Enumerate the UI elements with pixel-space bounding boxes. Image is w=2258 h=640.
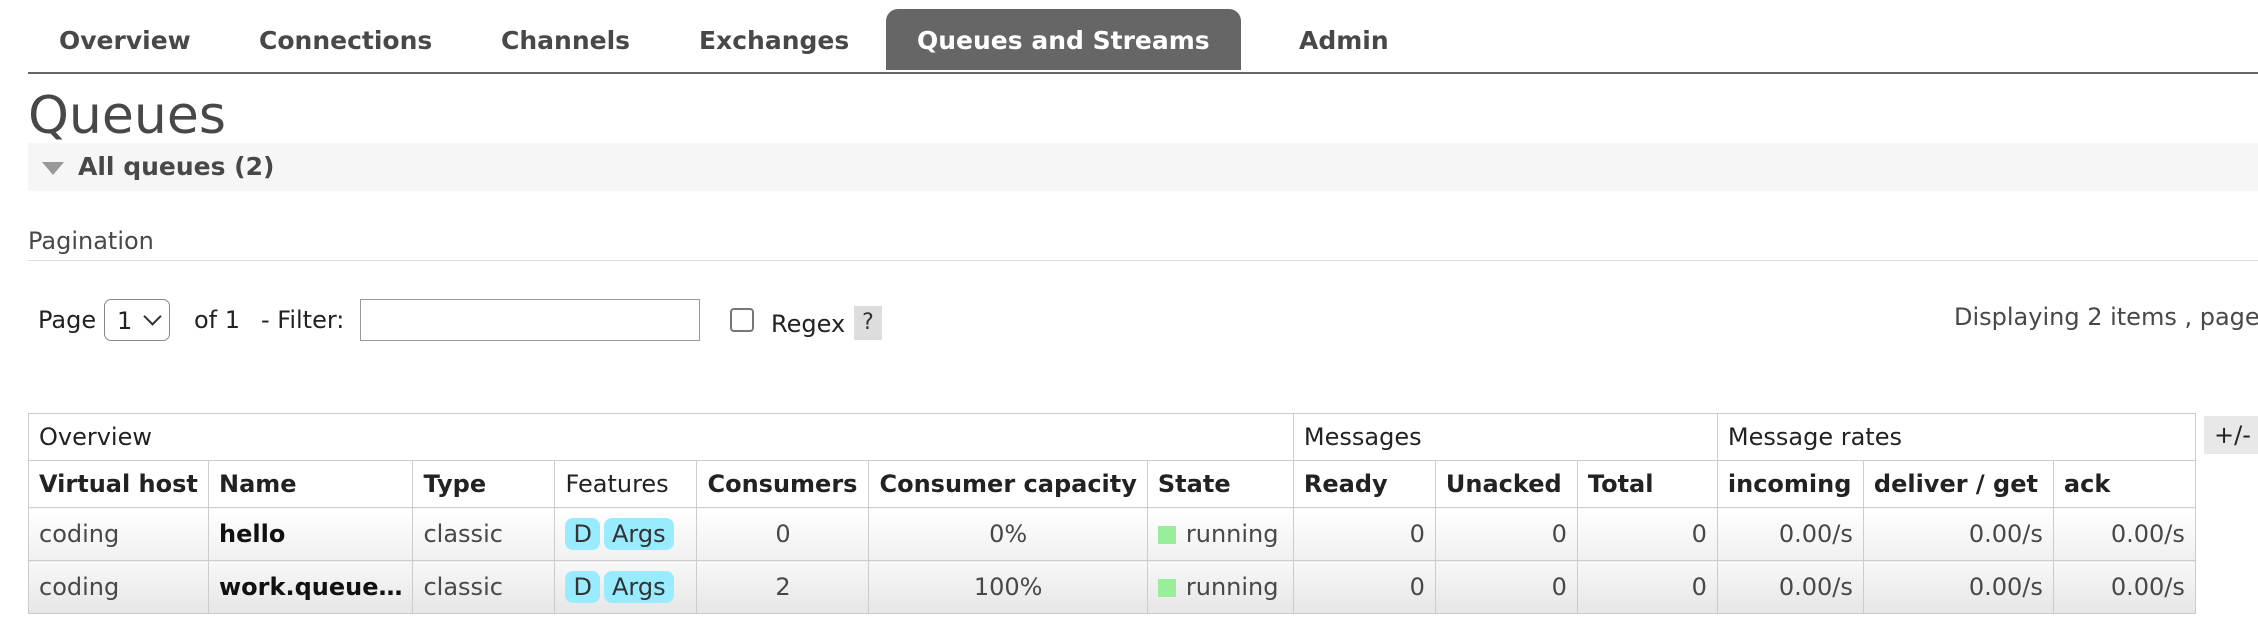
cell-total: 0 — [1576, 507, 1718, 561]
table-group-header-row: Overview Messages Message rates — [28, 413, 2196, 461]
durable-badge: D — [565, 571, 600, 603]
cell-ack: 0.00/s — [2052, 507, 2196, 561]
cell-type: classic — [412, 507, 556, 561]
col-deliver-get[interactable]: deliver / get — [1862, 460, 2054, 508]
tab-queues-and-streams[interactable]: Queues and Streams — [886, 9, 1241, 70]
table-column-header-row: Virtual host Name Type Features Consumer… — [28, 460, 2196, 508]
col-type[interactable]: Type — [412, 460, 556, 508]
col-state[interactable]: State — [1146, 460, 1294, 508]
cell-vhost: coding — [28, 507, 209, 561]
state-label: running — [1185, 573, 1279, 601]
durable-badge: D — [565, 518, 600, 550]
tab-channels[interactable]: Channels — [470, 9, 661, 70]
col-ack[interactable]: ack — [2052, 460, 2196, 508]
cell-ack: 0.00/s — [2052, 560, 2196, 614]
state-indicator-icon — [1157, 526, 1176, 544]
col-name[interactable]: Name — [207, 460, 414, 508]
col-consumers[interactable]: Consumers — [696, 460, 870, 508]
tab-admin[interactable]: Admin — [1268, 9, 1420, 70]
state-indicator-icon — [1157, 579, 1176, 597]
cell-features: D Args — [554, 507, 698, 561]
queue-name-link[interactable]: work.queue… — [207, 560, 414, 614]
col-total[interactable]: Total — [1576, 460, 1718, 508]
cell-capacity: 100% — [868, 560, 1148, 614]
cell-state: running — [1146, 560, 1294, 614]
cell-incoming: 0.00/s — [1716, 560, 1864, 614]
cell-consumers: 0 — [696, 507, 870, 561]
cell-ready: 0 — [1292, 507, 1436, 561]
cell-total: 0 — [1576, 560, 1718, 614]
chevron-down-icon — [143, 307, 162, 326]
all-queues-section-toggle[interactable]: All queues (2) — [28, 143, 2258, 191]
page-select-value: 1 — [117, 307, 133, 335]
args-badge[interactable]: Args — [603, 518, 674, 550]
col-virtual-host[interactable]: Virtual host — [28, 460, 209, 508]
col-features[interactable]: Features — [554, 460, 698, 508]
cell-ready: 0 — [1292, 560, 1436, 614]
cell-deliver-get: 0.00/s — [1862, 560, 2054, 614]
col-ready[interactable]: Ready — [1292, 460, 1436, 508]
page-of-label: of 1 — [194, 306, 241, 334]
cell-unacked: 0 — [1434, 507, 1578, 561]
cell-consumers: 2 — [696, 560, 870, 614]
cell-unacked: 0 — [1434, 560, 1578, 614]
pagination-controls: Page 1 of 1 - Filter: Regex ? Displaying… — [38, 296, 2258, 344]
page-select[interactable]: 1 — [104, 299, 170, 341]
page-label: Page — [38, 306, 97, 334]
regex-checkbox[interactable] — [730, 308, 754, 332]
cell-capacity: 0% — [868, 507, 1148, 561]
state-label: running — [1185, 520, 1279, 548]
cell-vhost: coding — [28, 560, 209, 614]
columns-toggle-button[interactable]: +/- — [2204, 416, 2258, 454]
cell-type: classic — [412, 560, 556, 614]
filter-label: - Filter: — [261, 306, 345, 334]
cell-incoming: 0.00/s — [1716, 507, 1864, 561]
args-badge[interactable]: Args — [603, 571, 674, 603]
col-consumer-capacity[interactable]: Consumer capacity — [868, 460, 1148, 508]
table-row[interactable]: coding work.queue… classic D Args 2 100% … — [28, 560, 2196, 614]
regex-label: Regex — [771, 310, 846, 338]
group-overview: Overview — [28, 413, 1294, 461]
col-unacked[interactable]: Unacked — [1434, 460, 1578, 508]
section-label: All queues (2) — [78, 152, 275, 181]
queues-table: Overview Messages Message rates Virtual … — [28, 413, 2196, 614]
page-title: Queues — [28, 86, 226, 146]
main-nav: Overview Connections Channels Exchanges … — [28, 0, 2258, 74]
regex-help-button[interactable]: ? — [854, 306, 882, 340]
table-row[interactable]: coding hello classic D Args 0 0% running … — [28, 507, 2196, 561]
display-summary: Displaying 2 items , page — [1954, 303, 2258, 331]
queue-name-link[interactable]: hello — [207, 507, 414, 561]
collapse-triangle-icon — [42, 162, 64, 175]
tab-overview[interactable]: Overview — [28, 9, 222, 70]
col-incoming[interactable]: incoming — [1716, 460, 1864, 508]
pagination-heading: Pagination — [28, 226, 2258, 261]
tab-connections[interactable]: Connections — [228, 9, 463, 70]
filter-input[interactable] — [360, 299, 700, 341]
group-messages: Messages — [1292, 413, 1718, 461]
tab-exchanges[interactable]: Exchanges — [668, 9, 880, 70]
cell-deliver-get: 0.00/s — [1862, 507, 2054, 561]
cell-features: D Args — [554, 560, 698, 614]
cell-state: running — [1146, 507, 1294, 561]
group-message-rates: Message rates — [1716, 413, 2196, 461]
